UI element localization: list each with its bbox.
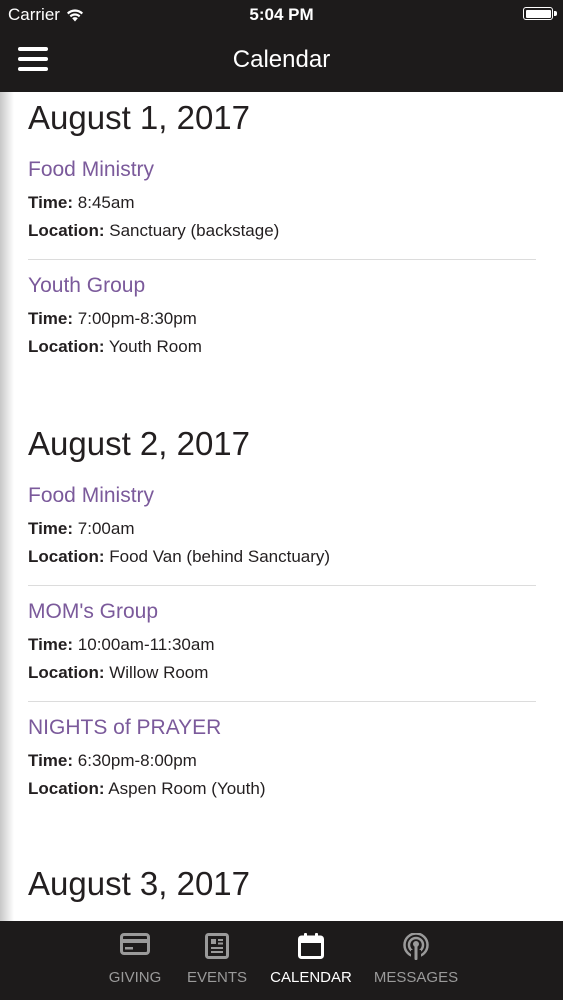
calendar-list[interactable]: August 1, 2017 Food Ministry Time: 8:45a… [0,92,563,921]
event-title[interactable]: Food Ministry [28,156,536,184]
location-label: Location: [28,663,105,682]
event-item[interactable]: Food Ministry Time: 7:00am Location: Foo… [28,470,536,586]
time-value: 7:00am [77,519,135,538]
day-group: August 1, 2017 Food Ministry Time: 8:45a… [0,92,563,375]
newspaper-icon [205,933,229,959]
event-title[interactable]: Youth Group [28,272,536,300]
location-value: Willow Room [109,663,209,682]
event-location: Location: Food Van (behind Sanctuary) [28,543,536,571]
event-location: Location: Aspen Room (Youth) [28,775,536,803]
nav-bar: Calendar [0,28,563,92]
time-label: Time: [28,193,74,212]
location-value: Aspen Room (Youth) [108,779,266,798]
location-value: Sanctuary (backstage) [109,221,280,240]
tab-calendar[interactable]: CALENDAR [266,921,356,1000]
page-title: Calendar [232,46,331,73]
card-icon [120,933,150,955]
event-location: Location: Youth Room [28,333,536,361]
location-value: Youth Room [108,337,202,356]
podcast-icon [403,933,429,960]
time-value: 8:45am [77,193,135,212]
event-time: Time: 8:45am [28,189,536,217]
day-group: August 2, 2017 Food Ministry Time: 7:00a… [0,418,563,817]
tab-events[interactable]: EVENTS [177,921,257,1000]
tab-label: EVENTS [186,969,247,986]
day-group: August 3, 2017 [0,858,563,910]
location-label: Location: [28,547,105,566]
event-title[interactable]: NIGHTS of PRAYER [28,714,536,742]
tab-giving[interactable]: GIVING [95,921,175,1000]
event-item[interactable]: Food Ministry Time: 8:45am Location: San… [28,144,536,260]
tab-label: CALENDAR [270,969,352,986]
status-bar: Carrier 5:04 PM [0,0,563,28]
event-item[interactable]: NIGHTS of PRAYER Time: 6:30pm-8:00pm Loc… [28,702,536,817]
tab-messages[interactable]: MESSAGES [372,921,460,1000]
location-label: Location: [28,221,105,240]
date-heading: August 1, 2017 [28,99,251,136]
time-value: 6:30pm-8:00pm [77,751,197,770]
status-time: 5:04 PM [249,5,314,24]
tab-label: MESSAGES [373,969,459,986]
location-label: Location: [28,779,105,798]
location-value: Food Van (behind Sanctuary) [109,547,331,566]
event-item[interactable]: Youth Group Time: 7:00pm-8:30pm Location… [28,260,536,375]
event-time: Time: 7:00pm-8:30pm [28,305,536,333]
event-title[interactable]: Food Ministry [28,482,536,510]
time-label: Time: [28,309,74,328]
date-heading: August 2, 2017 [28,425,251,462]
location-label: Location: [28,337,105,356]
tab-bar: GIVING EVENTS CALENDAR MESSAGES [0,921,563,1000]
battery-icon [523,7,557,20]
event-item[interactable]: MOM's Group Time: 10:00am-11:30am Locati… [28,586,536,702]
event-time: Time: 10:00am-11:30am [28,631,536,659]
tab-label: GIVING [108,969,162,986]
event-title[interactable]: MOM's Group [28,598,536,626]
time-value: 7:00pm-8:30pm [77,309,197,328]
event-location: Location: Willow Room [28,659,536,687]
time-label: Time: [28,751,74,770]
time-value: 10:00am-11:30am [77,635,215,654]
calendar-icon [298,933,324,959]
time-label: Time: [28,635,74,654]
event-time: Time: 7:00am [28,515,536,543]
time-label: Time: [28,519,74,538]
date-heading: August 3, 2017 [28,865,251,902]
event-location: Location: Sanctuary (backstage) [28,217,536,245]
event-time: Time: 6:30pm-8:00pm [28,747,536,775]
